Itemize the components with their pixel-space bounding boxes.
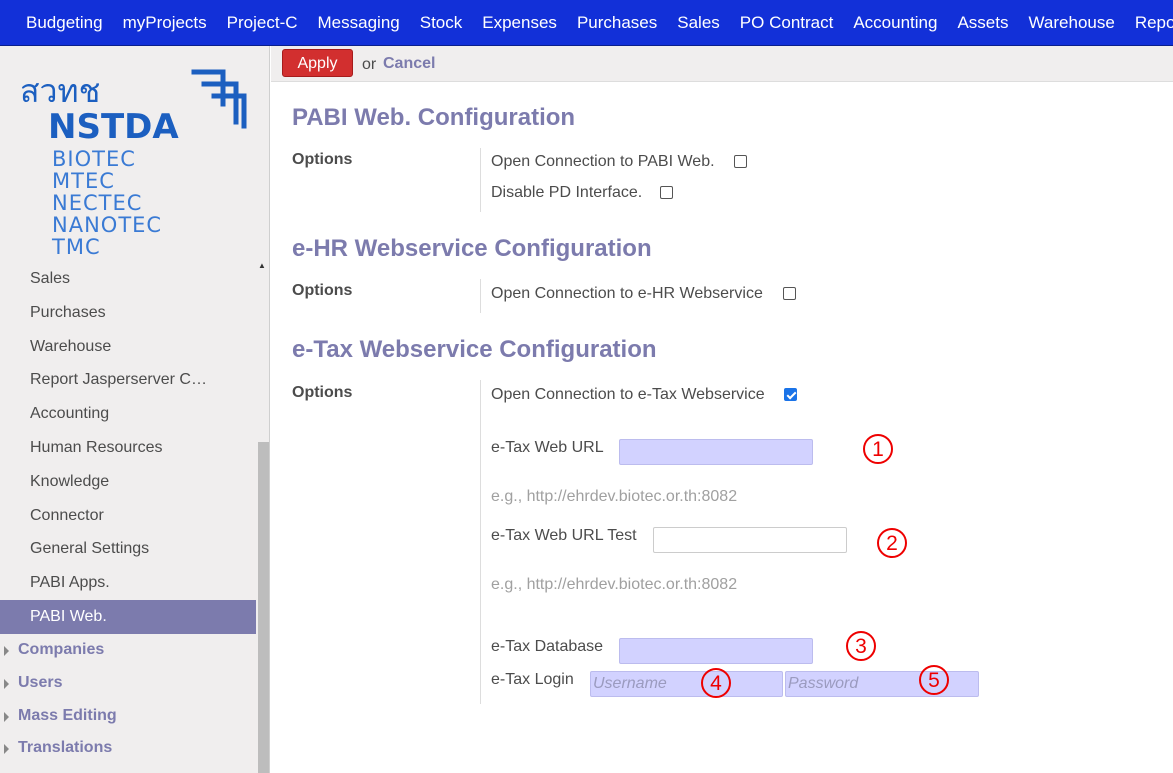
sidebar-group-label: Users	[18, 673, 63, 691]
cancel-link[interactable]: Cancel	[383, 55, 435, 73]
ehr-open-connection-checkbox[interactable]	[783, 287, 796, 300]
sidebar: สวทช NSTDA BIOTEC MTEC NECTEC NANOTEC TM…	[0, 46, 270, 773]
etax-open-connection-label: Open Connection to e-Tax Webservice	[491, 386, 765, 403]
topnav-budgeting[interactable]: Budgeting	[16, 0, 113, 46]
topnav-purchases[interactable]: Purchases	[567, 0, 667, 46]
topnav-reporting[interactable]: Reporting	[1125, 0, 1173, 46]
ehr-divider	[480, 279, 481, 313]
sidebar-item-pabi-apps[interactable]: PABI Apps.	[0, 566, 256, 600]
annotation-marker-1: 1	[863, 434, 893, 464]
expand-triangle-icon	[4, 744, 9, 755]
sidebar-item-general-settings[interactable]: General Settings	[0, 532, 256, 566]
sidebar-item-connector[interactable]: Connector	[0, 499, 256, 533]
logo-center-biotec: BIOTEC	[52, 147, 136, 171]
pabi-open-connection-checkbox[interactable]	[734, 155, 747, 168]
etax-divider	[480, 380, 481, 704]
logo-center-nectec: NECTEC	[52, 191, 142, 215]
sidebar-group-mass-editing[interactable]: Mass Editing	[0, 700, 256, 733]
disable-pd-label: Disable PD Interface.	[491, 184, 643, 201]
sidebar-item-pabi-web[interactable]: PABI Web.	[0, 599, 256, 634]
logo-center-mtec: MTEC	[52, 169, 115, 193]
etax-login-label: e-Tax Login	[491, 671, 574, 688]
sidebar-group-users[interactable]: Users	[0, 667, 256, 700]
sidebar-group-translations[interactable]: Translations	[0, 732, 256, 765]
nstda-logo[interactable]: สวทช NSTDA BIOTEC MTEC NECTEC NANOTEC TM…	[18, 62, 258, 262]
apply-button[interactable]: Apply	[282, 49, 353, 77]
topnav-po-contract[interactable]: PO Contract	[730, 0, 844, 46]
ehr-open-connection-label: Open Connection to e-HR Webservice	[491, 285, 763, 302]
sidebar-scroll-thumb[interactable]	[258, 442, 269, 773]
logo-center-nanotec: NANOTEC	[52, 213, 162, 237]
etax-username-input[interactable]	[590, 671, 783, 697]
scroll-up-arrow-icon[interactable]: ▲	[258, 261, 266, 270]
etax-web-url-label: e-Tax Web URL	[491, 439, 604, 456]
etax-database-label: e-Tax Database	[491, 638, 604, 655]
sidebar-item-warehouse[interactable]: Warehouse	[0, 330, 256, 364]
etax-web-url-test-hint: e.g., http://ehrdev.biotec.or.th:8082	[491, 576, 738, 593]
etax-web-url-test-label: e-Tax Web URL Test	[491, 527, 637, 544]
annotation-marker-3: 3	[846, 631, 876, 661]
ehr-options-label: Options	[292, 282, 353, 299]
pabi-open-connection-label: Open Connection to PABI Web.	[491, 153, 715, 170]
expand-triangle-icon	[4, 678, 9, 689]
action-bar: Apply or Cancel	[271, 46, 1173, 82]
sidebar-group-label: Mass Editing	[18, 706, 117, 724]
annotation-marker-4: 4	[701, 668, 731, 698]
sidebar-item-knowledge[interactable]: Knowledge	[0, 465, 256, 499]
topnav-messaging[interactable]: Messaging	[308, 0, 410, 46]
logo-center-tmc: TMC	[51, 235, 101, 259]
settings-menu: Sales Purchases Warehouse Report Jaspers…	[0, 262, 256, 634]
annotation-marker-2: 2	[877, 528, 907, 558]
sidebar-group-companies[interactable]: Companies	[0, 634, 256, 667]
sidebar-group-label: Companies	[18, 641, 105, 658]
topnav-warehouse[interactable]: Warehouse	[1019, 0, 1125, 46]
pabi-divider	[480, 148, 481, 212]
etax-web-url-input[interactable]	[619, 439, 813, 465]
top-menu-bar: Budgeting myProjects Project-C Messaging…	[0, 0, 1173, 46]
expand-triangle-icon	[4, 646, 9, 656]
sidebar-item-report-jasperserver[interactable]: Report Jasperserver C…	[0, 363, 256, 397]
topnav-expenses[interactable]: Expenses	[472, 0, 567, 46]
disable-pd-checkbox[interactable]	[660, 186, 673, 199]
or-text: or	[362, 56, 377, 73]
topnav-myprojects[interactable]: myProjects	[113, 0, 217, 46]
logo-thai-text: สวทช	[20, 72, 100, 110]
sidebar-groups: Companies Users Mass Editing Translation…	[0, 634, 256, 765]
etax-web-url-hint: e.g., http://ehrdev.biotec.or.th:8082	[491, 488, 738, 505]
topnav-assets[interactable]: Assets	[947, 0, 1018, 46]
pabi-options-label: Options	[292, 151, 353, 168]
annotation-marker-5: 5	[919, 665, 949, 695]
etax-section-title: e-Tax Webservice Configuration	[292, 336, 657, 363]
sidebar-group-label: Translations	[18, 739, 113, 757]
topnav-sales[interactable]: Sales	[667, 0, 730, 46]
etax-password-input[interactable]	[785, 671, 979, 697]
pabi-section-title: PABI Web. Configuration	[292, 104, 576, 131]
sidebar-item-human-resources[interactable]: Human Resources	[0, 431, 256, 465]
sidebar-item-sales[interactable]: Sales	[0, 262, 256, 296]
sidebar-item-purchases[interactable]: Purchases	[0, 296, 256, 330]
etax-options-label: Options	[292, 384, 353, 401]
topnav-project-c[interactable]: Project-C	[217, 0, 308, 46]
expand-triangle-icon	[4, 711, 9, 722]
topnav-stock[interactable]: Stock	[410, 0, 473, 46]
etax-open-connection-checkbox[interactable]	[784, 388, 797, 401]
etax-database-input[interactable]	[619, 638, 813, 664]
ehr-section-title: e-HR Webservice Configuration	[292, 235, 652, 262]
etax-web-url-test-input[interactable]	[653, 527, 847, 553]
topnav-accounting[interactable]: Accounting	[843, 0, 947, 46]
logo-name-text: NSTDA	[48, 107, 179, 147]
sidebar-item-accounting[interactable]: Accounting	[0, 397, 256, 431]
